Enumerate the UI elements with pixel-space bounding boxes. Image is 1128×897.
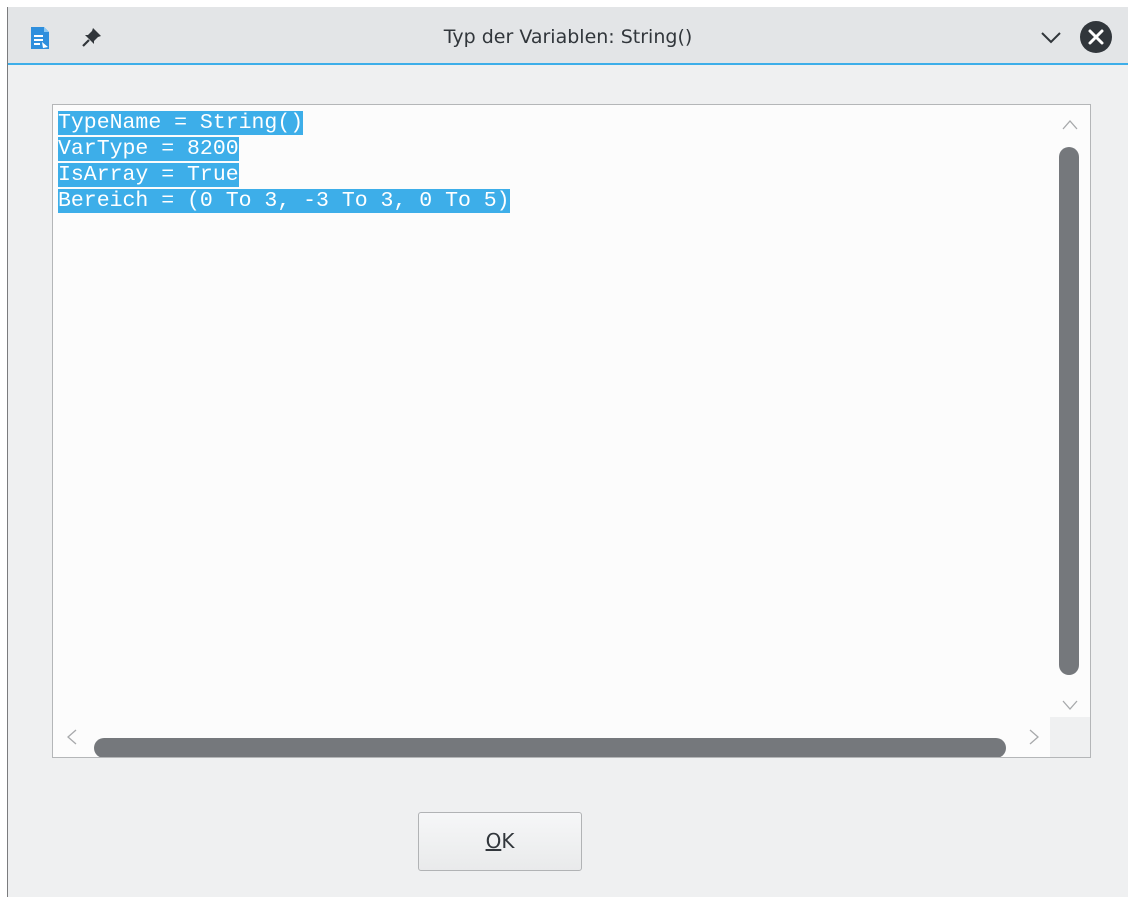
ok-mnemonic: O: [485, 829, 502, 853]
ok-button[interactable]: OK: [418, 812, 582, 871]
text-content[interactable]: TypeName = String() VarType = 8200 IsArr…: [58, 110, 510, 214]
scrollbar-corner: [1050, 717, 1090, 757]
horizontal-scrollbar[interactable]: [53, 717, 1051, 757]
close-icon[interactable]: [1080, 21, 1112, 53]
dialog-window: Typ der Variablen: String() TypeName = S…: [7, 7, 1128, 897]
chevron-down-icon[interactable]: [1038, 25, 1064, 49]
vertical-scroll-thumb[interactable]: [1059, 147, 1079, 675]
horizontal-scroll-thumb[interactable]: [94, 738, 1006, 757]
chevron-right-icon[interactable]: [1027, 729, 1041, 745]
title-bar[interactable]: Typ der Variablen: String(): [8, 7, 1128, 65]
chevron-up-icon[interactable]: [1062, 117, 1078, 131]
variable-info-textarea[interactable]: TypeName = String() VarType = 8200 IsArr…: [52, 104, 1091, 758]
text-line-typename[interactable]: TypeName = String(): [58, 110, 510, 136]
text-line-isarray[interactable]: IsArray = True: [58, 162, 510, 188]
vertical-scrollbar[interactable]: [1050, 105, 1090, 717]
text-line-vartype[interactable]: VarType = 8200: [58, 136, 510, 162]
text-line-bereich[interactable]: Bereich = (0 To 3, -3 To 3, 0 To 5): [58, 188, 510, 214]
chevron-left-icon[interactable]: [65, 729, 79, 745]
chevron-down-scroll-icon[interactable]: [1062, 697, 1078, 711]
window-title: Typ der Variablen: String(): [443, 26, 693, 48]
ok-label-rest: K: [501, 829, 515, 853]
